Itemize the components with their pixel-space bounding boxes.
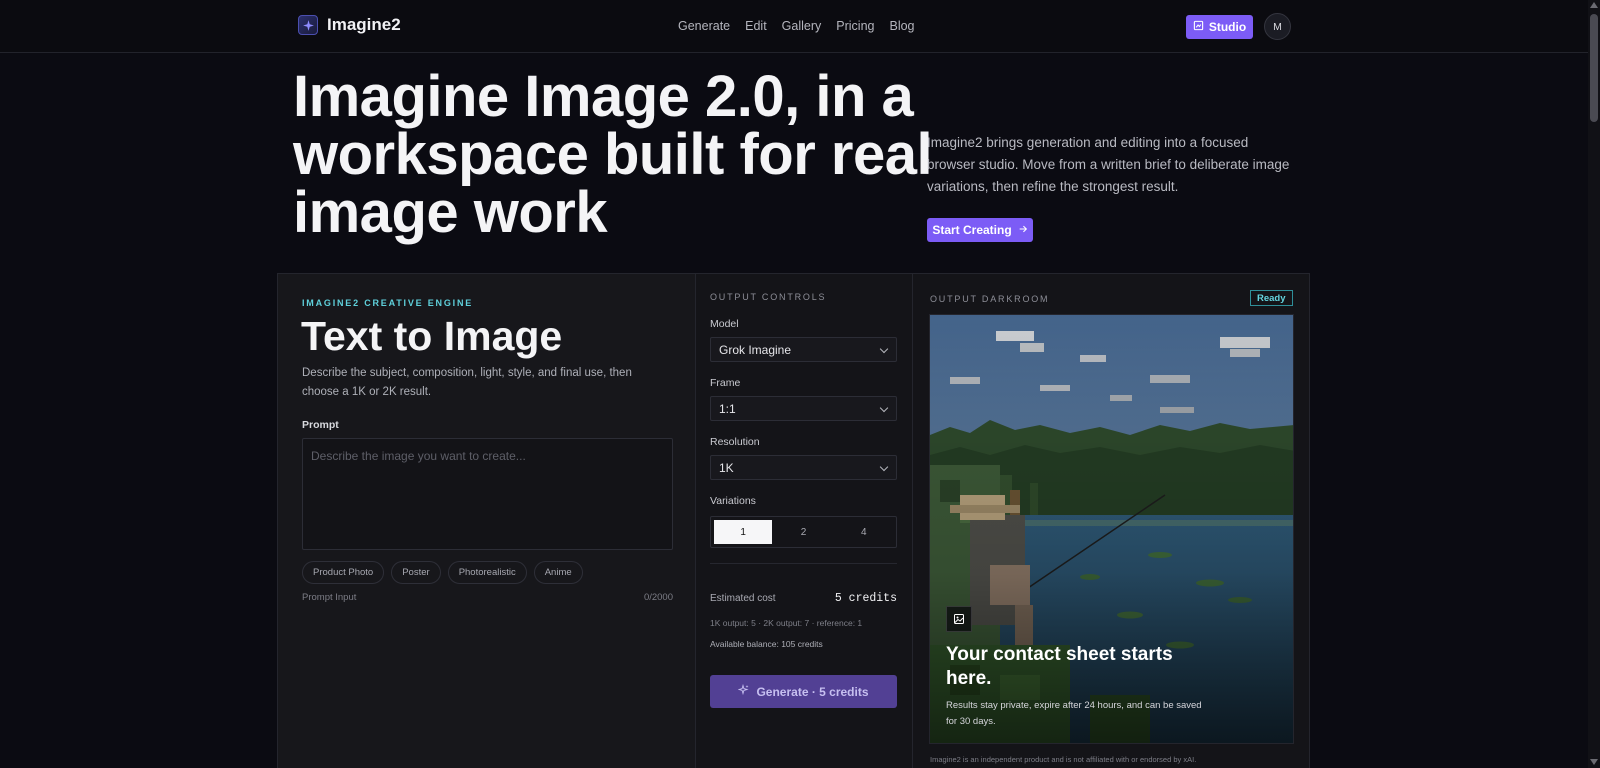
frame-value: 1:1 <box>719 401 736 416</box>
scroll-down-arrow-icon[interactable] <box>1590 759 1598 765</box>
resolution-value: 1K <box>719 460 734 475</box>
start-creating-label: Start Creating <box>932 223 1012 237</box>
prompt-preset-chips: Product Photo Poster Photorealistic Anim… <box>302 561 583 584</box>
variations-segmented-control: 1 2 4 <box>710 516 897 548</box>
cost-label: Estimated cost <box>710 593 776 604</box>
hero-title: Imagine Image 2.0, in a workspace built … <box>293 64 933 245</box>
empty-state-description: Results stay private, expire after 24 ho… <box>946 700 1202 727</box>
chip-photorealistic[interactable]: Photorealistic <box>447 561 527 584</box>
sparkles-icon <box>737 683 750 699</box>
composer-description: Describe the subject, composition, light… <box>302 367 632 398</box>
prompt-footer-label: Prompt Input <box>302 592 357 603</box>
generate-label: Generate · 5 credits <box>756 684 869 699</box>
model-select[interactable]: Grok Imagine <box>710 337 897 362</box>
divider <box>710 563 897 564</box>
nav-gallery[interactable]: Gallery <box>782 19 822 33</box>
scroll-thumb[interactable] <box>1590 14 1598 122</box>
chevron-down-icon <box>879 344 889 354</box>
studio-label: Studio <box>1208 20 1247 34</box>
cost-breakdown: 1K output: 5 · 2K output: 7 · reference:… <box>710 618 863 628</box>
composer-eyebrow: IMAGINE2 CREATIVE ENGINE <box>302 298 474 308</box>
top-navigation-bar: Imagine2 Generate Edit Gallery Pricing B… <box>0 0 1588 53</box>
variation-option-2[interactable]: 2 <box>774 520 832 544</box>
brand-logo[interactable]: Imagine2 <box>298 15 401 35</box>
studio-workspace: IMAGINE2 CREATIVE ENGINE Text to Image D… <box>277 273 1310 768</box>
nav-generate[interactable]: Generate <box>678 19 730 33</box>
variation-option-1[interactable]: 1 <box>714 520 773 544</box>
image-icon <box>946 606 972 632</box>
chevron-down-icon <box>879 403 889 413</box>
sparkle-logo-icon <box>298 15 318 35</box>
nav-edit[interactable]: Edit <box>745 19 767 33</box>
prompt-footer: Prompt Input 0/2000 <box>302 592 673 603</box>
user-avatar[interactable]: M <box>1264 13 1291 40</box>
generate-button[interactable]: Generate · 5 credits <box>710 675 897 708</box>
image-edit-icon <box>1193 20 1204 34</box>
chip-product-photo[interactable]: Product Photo <box>302 561 385 584</box>
cost-value: 5 credits <box>834 592 897 605</box>
output-darkroom-panel: OUTPUT DARKROOM Ready Your contact sheet… <box>913 274 1309 768</box>
output-controls-panel: OUTPUT CONTROLS Model Grok Imagine Frame… <box>696 274 913 768</box>
prompt-label: Prompt <box>302 419 339 431</box>
frame-select[interactable]: 1:1 <box>710 396 897 421</box>
hero-description: Imagine2 brings generation and editing i… <box>927 135 1290 194</box>
chevron-down-icon <box>879 462 889 472</box>
status-badge: Ready <box>1250 290 1293 306</box>
prompt-input[interactable] <box>302 438 673 550</box>
estimated-cost-row: Estimated cost 5 credits <box>710 592 897 605</box>
model-label: Model <box>710 318 739 330</box>
resolution-select[interactable]: 1K <box>710 455 897 480</box>
resolution-label: Resolution <box>710 436 760 448</box>
frame-label: Frame <box>710 377 741 389</box>
variation-option-4[interactable]: 4 <box>835 520 893 544</box>
start-creating-button[interactable]: Start Creating <box>927 218 1033 242</box>
controls-eyebrow: OUTPUT CONTROLS <box>710 292 827 302</box>
disclaimer-text: Imagine2 is an independent product and i… <box>930 755 1197 764</box>
chip-poster[interactable]: Poster <box>391 561 441 584</box>
page-scrollbar[interactable] <box>1588 0 1600 768</box>
main-nav: Generate Edit Gallery Pricing Blog <box>678 19 915 33</box>
brand-name: Imagine2 <box>327 15 401 34</box>
scroll-up-arrow-icon[interactable] <box>1590 2 1598 8</box>
arrow-right-icon <box>1018 223 1028 237</box>
composer-title: Text to Image <box>301 313 563 359</box>
chip-anime[interactable]: Anime <box>533 561 583 584</box>
empty-state-title: Your contact sheet starts here. <box>946 644 1173 689</box>
variations-label: Variations <box>710 495 756 507</box>
composer-panel: IMAGINE2 CREATIVE ENGINE Text to Image D… <box>278 274 696 768</box>
model-value: Grok Imagine <box>719 342 792 357</box>
available-balance: Available balance: 105 credits <box>710 639 823 649</box>
prompt-char-counter: 0/2000 <box>643 592 673 603</box>
studio-button[interactable]: Studio <box>1186 15 1253 39</box>
darkroom-eyebrow: OUTPUT DARKROOM <box>930 294 1050 304</box>
nav-pricing[interactable]: Pricing <box>836 19 874 33</box>
nav-blog[interactable]: Blog <box>889 19 914 33</box>
